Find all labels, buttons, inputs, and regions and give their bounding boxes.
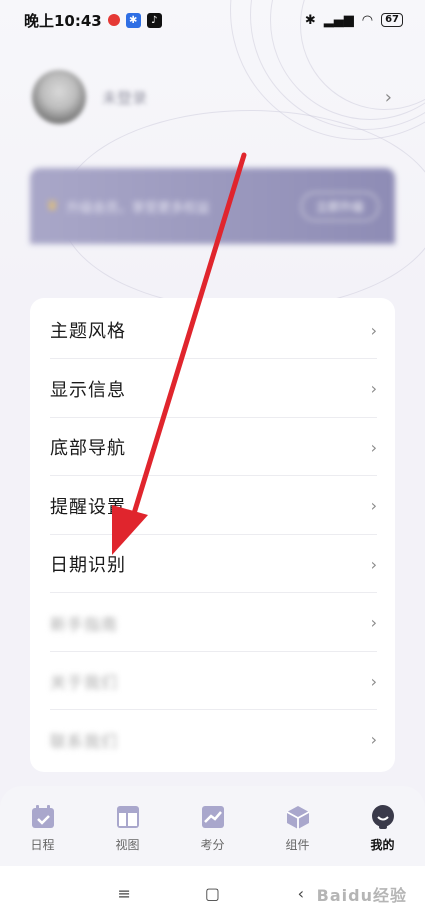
header-background xyxy=(0,0,425,300)
banner-text: 升级会员，享受更多权益 xyxy=(66,200,210,216)
status-time: 晚上10:43 xyxy=(24,11,102,30)
nav-label: 日程 xyxy=(30,838,55,852)
status-bar: 晚上10:43 ✱ ♪ ✱ ▂▄▆ ◠ 67 xyxy=(0,0,425,40)
chevron-right-icon: › xyxy=(370,320,377,340)
signal-icon: ▂▄▆ xyxy=(323,12,354,28)
bluetooth-icon: ✱ xyxy=(304,12,316,28)
profile-name: 未登录 xyxy=(102,88,148,107)
bottom-nav: 日程 视图 考分 组件 我的 xyxy=(0,786,425,866)
menu-item[interactable]: 底部导航 › xyxy=(30,418,395,476)
cube-icon xyxy=(285,804,311,830)
member-banner[interactable]: ♛ 升级会员，享受更多权益 立即升级 xyxy=(30,168,395,244)
chevron-right-icon: › xyxy=(370,554,377,574)
profile-icon xyxy=(370,804,396,830)
tiktok-icon: ♪ xyxy=(146,12,162,28)
menu-item[interactable]: 显示信息 › xyxy=(30,360,395,418)
chevron-right-icon: › xyxy=(370,671,377,691)
watermark: Baidu经验 xyxy=(316,886,407,905)
bluetooth-app-icon: ✱ xyxy=(125,12,141,28)
settings-menu-card: 主题风格 › 显示信息 › 底部导航 › 提醒设置 › 日期识别 › 新手指南 › 关于我们 › 联系我们 › xyxy=(30,298,395,772)
avatar[interactable] xyxy=(32,70,86,124)
wifi-icon: ◠ xyxy=(361,12,374,28)
menu-item[interactable]: 联系我们 › xyxy=(30,711,395,769)
battery-indicator: 67 xyxy=(381,13,403,27)
nav-item-widgets[interactable]: 组件 xyxy=(268,804,328,853)
nav-label: 视图 xyxy=(115,838,140,852)
crown-icon: ♛ xyxy=(46,198,59,214)
menu-item-label: 关于我们 xyxy=(50,673,119,692)
menu-icon[interactable]: ≡ xyxy=(104,884,144,903)
upgrade-button[interactable]: 立即升级 xyxy=(300,191,379,221)
chevron-right-icon: › xyxy=(370,730,377,749)
menu-item[interactable]: 关于我们 › xyxy=(30,652,395,710)
menu-item-label: 新手指南 xyxy=(50,614,119,634)
chart-icon xyxy=(200,804,226,830)
menu-item[interactable]: 提醒设置 › xyxy=(30,477,395,535)
chevron-right-icon: › xyxy=(370,379,377,398)
menu-item[interactable]: 日期识别 › xyxy=(30,535,395,593)
back-icon[interactable]: ‹ xyxy=(281,884,321,903)
menu-item[interactable]: 新手指南 › xyxy=(30,594,395,652)
menu-item[interactable]: 主题风格 › xyxy=(30,301,395,359)
menu-item-label: 显示信息 xyxy=(50,379,126,401)
menu-item-label: 底部导航 xyxy=(50,438,126,459)
calendar-icon xyxy=(30,804,56,830)
menu-item-label: 提醒设置 xyxy=(50,496,126,518)
nav-item-mine[interactable]: 我的 xyxy=(353,804,413,853)
profile-row[interactable]: 未登录 › xyxy=(32,70,392,124)
home-icon[interactable]: ▢ xyxy=(192,884,232,903)
nav-item-schedule[interactable]: 日程 xyxy=(13,804,73,853)
chevron-right-icon: › xyxy=(370,437,377,457)
nav-label: 组件 xyxy=(285,838,310,852)
nav-item-view[interactable]: 视图 xyxy=(98,804,158,853)
menu-item-label: 主题风格 xyxy=(50,321,126,342)
chevron-right-icon: › xyxy=(384,86,392,108)
nav-item-score[interactable]: 考分 xyxy=(183,804,243,853)
layout-icon xyxy=(115,804,141,830)
nav-label: 考分 xyxy=(200,838,225,852)
menu-item-label: 联系我们 xyxy=(50,731,119,751)
menu-item-label: 日期识别 xyxy=(50,555,126,576)
chevron-right-icon: › xyxy=(370,613,377,632)
chevron-right-icon: › xyxy=(370,496,377,515)
nav-label: 我的 xyxy=(370,838,395,852)
notification-icon xyxy=(107,14,120,26)
